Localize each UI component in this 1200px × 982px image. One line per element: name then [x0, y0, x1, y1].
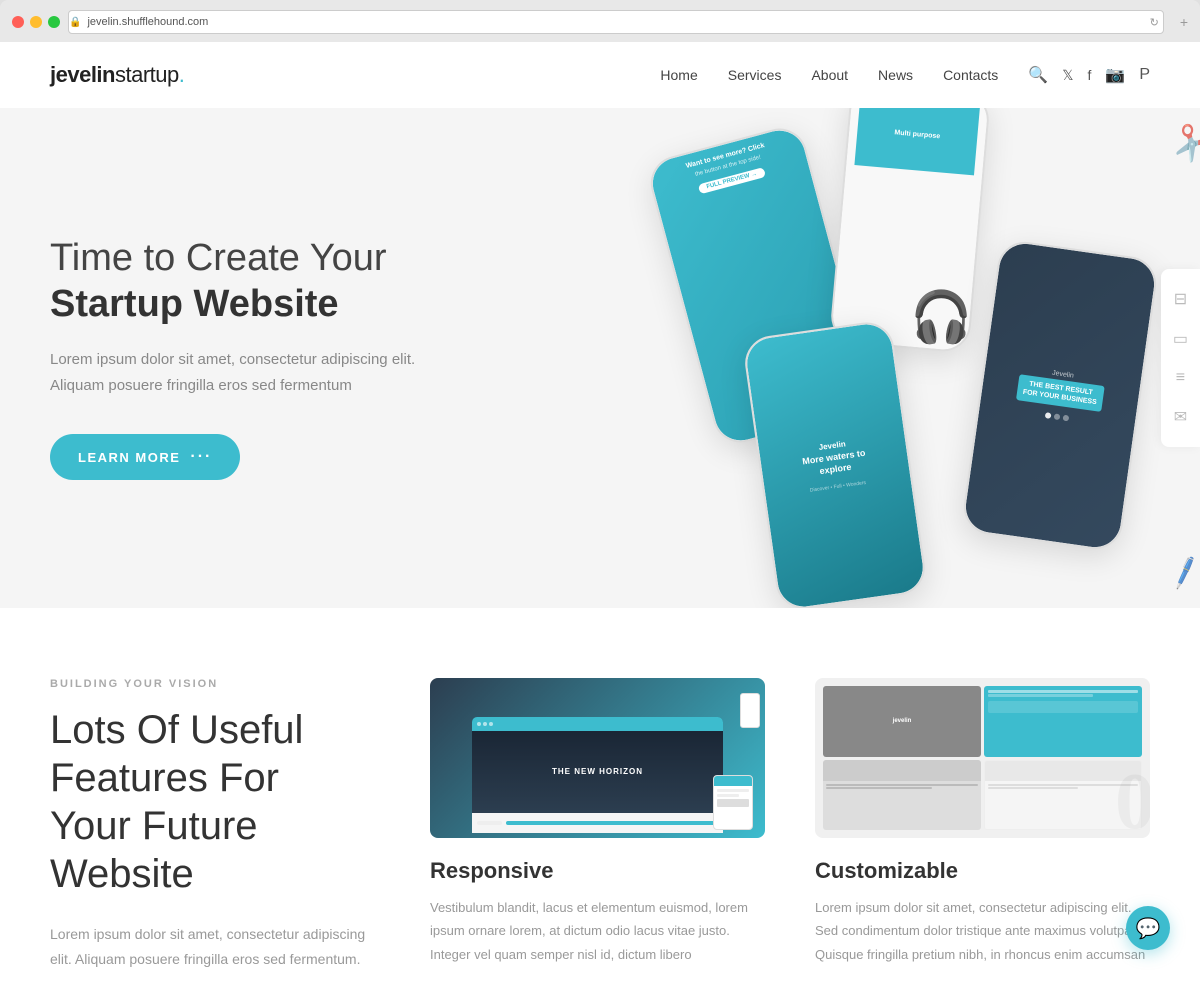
phone-mockup-3: Jevelin More waters toexplore Discover •…: [742, 319, 929, 608]
hero-section: Time to Create Your Startup Website Lore…: [0, 108, 1200, 608]
hero-title-bold: Startup Website: [50, 282, 470, 328]
nav-menu: Home Services About News Contacts 🔍 𝕏 f …: [660, 65, 1150, 85]
hero-cta-label: LEARN MORE: [78, 450, 180, 465]
features-left-col: BUILDING YOUR VISION Lots Of Useful Feat…: [50, 678, 370, 982]
airpods-image: 🎧: [910, 288, 972, 347]
customizable-device-mockup: jevelin: [815, 678, 1150, 838]
sidebar-icon-layers[interactable]: ⊟: [1173, 289, 1188, 309]
hero-cta-button[interactable]: LEARN MORE ···: [50, 434, 240, 480]
browser-window-close[interactable]: +: [1180, 14, 1188, 30]
nav-news[interactable]: News: [878, 67, 913, 83]
feature-card-responsive: THE NEW HORIZON: [430, 678, 765, 966]
hero-content: Time to Create Your Startup Website Lore…: [50, 236, 470, 480]
pinterest-icon[interactable]: P: [1139, 66, 1150, 84]
website-content: jevelinstartup. Home Services About News…: [0, 42, 1200, 982]
twitter-icon[interactable]: 𝕏: [1062, 67, 1073, 84]
features-description: Lorem ipsum dolor sit amet, consectetur …: [50, 922, 370, 972]
logo-dot: .: [179, 62, 185, 87]
minimize-button[interactable]: [30, 16, 42, 28]
nav-about[interactable]: About: [811, 67, 848, 83]
phone-screen-4: Jevelin THE BEST RESULTFOR YOUR BUSINESS: [963, 241, 1158, 551]
hero-cta-dots: ···: [190, 448, 212, 466]
sidebar-icon-layout[interactable]: ≡: [1173, 369, 1188, 387]
features-subtitle: BUILDING YOUR VISION: [50, 678, 370, 690]
features-title: Lots Of Useful Features For Your Future …: [50, 706, 370, 898]
hero-title-light: Time to Create Your: [50, 236, 470, 282]
hero-phones: Want to see more? Click the button at th…: [600, 108, 1200, 608]
sidebar-icons: ⊟ ▭ ≡ ✉: [1161, 269, 1200, 447]
browser-chrome: 🔒 jevelin.shufflehound.com ↻ +: [0, 0, 1200, 42]
nav-contacts[interactable]: Contacts: [943, 67, 998, 83]
logo-brand: jevelin: [50, 62, 115, 87]
site-header: jevelinstartup. Home Services About News…: [0, 42, 1200, 108]
logo[interactable]: jevelinstartup.: [50, 62, 184, 88]
feature-name-responsive: Responsive: [430, 858, 765, 884]
facebook-icon[interactable]: f: [1088, 67, 1092, 83]
feature-desc-responsive: Vestibulum blandit, lacus et elementum e…: [430, 896, 765, 966]
feature-desc-customizable: Lorem ipsum dolor sit amet, consectetur …: [815, 896, 1150, 966]
sidebar-icon-pages[interactable]: ▭: [1173, 329, 1188, 349]
decorative-item-2: 🖊️: [1166, 555, 1200, 592]
phone-screen-3: Jevelin More waters toexplore Discover •…: [744, 321, 926, 608]
nav-social-icons: 🔍 𝕏 f 📷 P: [1028, 65, 1150, 85]
url-text: jevelin.shufflehound.com: [87, 16, 208, 28]
instagram-icon[interactable]: 📷: [1105, 65, 1125, 85]
features-right-col: THE NEW HORIZON: [430, 678, 1150, 966]
maximize-button[interactable]: [48, 16, 60, 28]
lock-icon: 🔒: [69, 17, 81, 28]
traffic-lights: [12, 16, 60, 28]
chat-icon: 💬: [1136, 916, 1161, 941]
search-icon[interactable]: 🔍: [1028, 65, 1048, 85]
decorative-item: ✂️: [1166, 121, 1200, 170]
chat-button[interactable]: 💬: [1126, 906, 1170, 950]
phone-mockup-4: Jevelin THE BEST RESULTFOR YOUR BUSINESS: [960, 238, 1159, 552]
refresh-icon[interactable]: ↻: [1150, 16, 1159, 29]
nav-services[interactable]: Services: [728, 67, 782, 83]
responsive-device-mockup: THE NEW HORIZON: [430, 678, 765, 838]
sidebar-icon-mail[interactable]: ✉: [1173, 407, 1188, 427]
address-bar[interactable]: 🔒 jevelin.shufflehound.com ↻: [68, 10, 1164, 34]
features-section: BUILDING YOUR VISION Lots Of Useful Feat…: [0, 608, 1200, 982]
hero-description: Lorem ipsum dolor sit amet, consectetur …: [50, 347, 470, 398]
browser-titlebar: 🔒 jevelin.shufflehound.com ↻ +: [0, 10, 1200, 42]
close-button[interactable]: [12, 16, 24, 28]
feature-name-customizable: Customizable: [815, 858, 1150, 884]
nav-home[interactable]: Home: [660, 67, 697, 83]
feature-card-customizable: jevelin: [815, 678, 1150, 966]
logo-suffix: startup: [115, 62, 179, 87]
